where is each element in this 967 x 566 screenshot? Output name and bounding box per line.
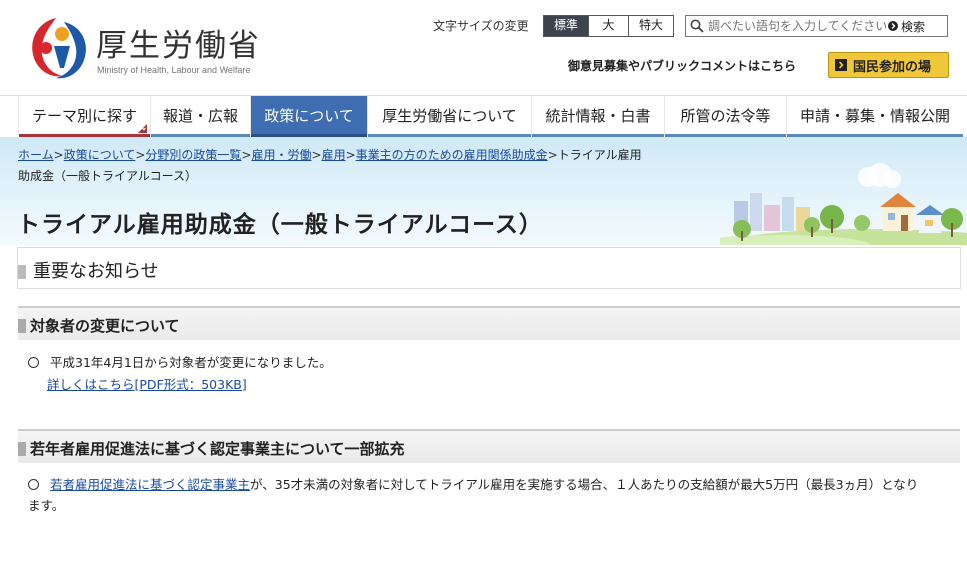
list-item-link: 詳しくはこちら[PDF形式：503KB]: [47, 374, 247, 395]
kokumin-button-label: 国民参加の場: [853, 59, 932, 75]
breadcrumb-home[interactable]: ホーム: [18, 148, 54, 162]
bullet-text: が、35才未満の対象者に対してトライアル雇用を実施する場合、１人あたりの支給額が…: [250, 477, 919, 492]
arrow-right-icon: [835, 59, 847, 71]
nav-item-label: 申請・募集・情報公開: [799, 107, 950, 125]
search-button[interactable]: 検索: [888, 17, 925, 35]
breadcrumb-policy-list[interactable]: 分野別の政策一覧: [145, 148, 241, 162]
town-illustration: [720, 163, 967, 245]
nav-item-label: テーマ別に探す: [31, 107, 137, 125]
corner-arrow-icon: [138, 124, 147, 133]
fontsize-large-button[interactable]: 大: [589, 16, 629, 36]
page-hero: ホーム>政策について>分野別の政策一覧>雇用・労働>雇用>事業主の方のための雇用…: [0, 137, 967, 245]
breadcrumb-current-cont: 助成金（一般トライアルコース）: [18, 169, 198, 183]
section-title: 若年者雇用促進法に基づく認定事業主について一部拡充: [30, 440, 405, 458]
nav-item-label: 統計情報・白書: [545, 107, 651, 125]
pdf-details-link[interactable]: 詳しくはこちら[PDF形式：503KB]: [47, 377, 247, 392]
nav-item-label: 厚生労働省について: [382, 107, 517, 125]
nav-item-press[interactable]: 報道・広報: [150, 96, 250, 138]
breadcrumb: ホーム>政策について>分野別の政策一覧>雇用・労働>雇用>事業主の方のための雇用…: [18, 148, 642, 183]
nav-item-theme[interactable]: テーマ別に探す: [18, 96, 150, 138]
breadcrumb-policy[interactable]: 政策について: [64, 148, 136, 162]
site-header: 厚生労働省 Ministry of Health, Labour and Wel…: [0, 0, 967, 95]
global-nav: テーマ別に探す 報道・広報 政策について 厚生労働省について 統計情報・白書 所…: [0, 95, 967, 138]
section-header-youth-employer: 若年者雇用促進法に基づく認定事業主について一部拡充: [18, 429, 960, 463]
breadcrumb-current: トライアル雇用: [557, 148, 642, 162]
nav-item-laws[interactable]: 所管の法令等: [664, 96, 786, 138]
page-title: トライアル雇用助成金（一般トライアルコース）: [17, 212, 543, 238]
notice-title: 重要なお知らせ: [33, 261, 159, 282]
fontsize-xlarge-button[interactable]: 特大: [629, 16, 673, 36]
list-item: 平成31年4月1日から対象者が変更になりました。: [28, 352, 332, 373]
nav-item-label: 所管の法令等: [680, 107, 771, 125]
mhlw-logo-icon: [32, 18, 86, 79]
bullet-circle-icon: [28, 357, 39, 368]
bullet-circle-icon: [28, 479, 39, 490]
logo-subtitle: Ministry of Health, Labour and Welfare: [97, 65, 251, 75]
youth-employer-link[interactable]: 若者雇用促進法に基づく認定事業主: [50, 477, 250, 492]
kokumin-button[interactable]: 国民参加の場: [828, 52, 949, 78]
arrow-right-icon: [888, 21, 898, 31]
breadcrumb-employment-labour[interactable]: 雇用・労働: [251, 148, 311, 162]
section-title: 対象者の変更について: [30, 317, 180, 335]
fontsize-label: 文字サイズの変更: [433, 19, 529, 33]
nav-item-label: 政策について: [264, 107, 354, 125]
fontsize-switcher: 標準 大 特大: [543, 15, 674, 37]
breadcrumb-subsidies[interactable]: 事業主の方のための雇用関係助成金: [356, 148, 548, 162]
pubcomment-link[interactable]: 御意見募集やパブリックコメントはこちら: [568, 57, 796, 74]
search-box: 検索: [685, 15, 948, 37]
nav-item-policy[interactable]: 政策について: [250, 96, 367, 138]
search-button-label: 検索: [901, 19, 926, 34]
logo-title: 厚生労働省: [96, 28, 261, 64]
breadcrumb-employment[interactable]: 雇用: [322, 148, 346, 162]
nav-item-about[interactable]: 厚生労働省について: [367, 96, 531, 138]
bullet-text-cont: ます。: [28, 498, 65, 513]
nav-item-label: 報道・広報: [162, 107, 238, 125]
section-header-target-change: 対象者の変更について: [18, 306, 960, 340]
important-notice-box: 重要なお知らせ: [17, 247, 961, 289]
nav-item-statistics[interactable]: 統計情報・白書: [531, 96, 664, 138]
site-logo[interactable]: 厚生労働省 Ministry of Health, Labour and Wel…: [26, 12, 286, 82]
search-icon: [690, 19, 704, 33]
search-input[interactable]: [708, 17, 886, 35]
nav-item-applications[interactable]: 申請・募集・情報公開: [786, 96, 963, 138]
list-item: 若者雇用促進法に基づく認定事業主が、35才未満の対象者に対してトライアル雇用を実…: [28, 474, 953, 516]
bullet-text: 平成31年4月1日から対象者が変更になりました。: [50, 355, 332, 370]
fontsize-standard-button[interactable]: 標準: [544, 16, 589, 36]
